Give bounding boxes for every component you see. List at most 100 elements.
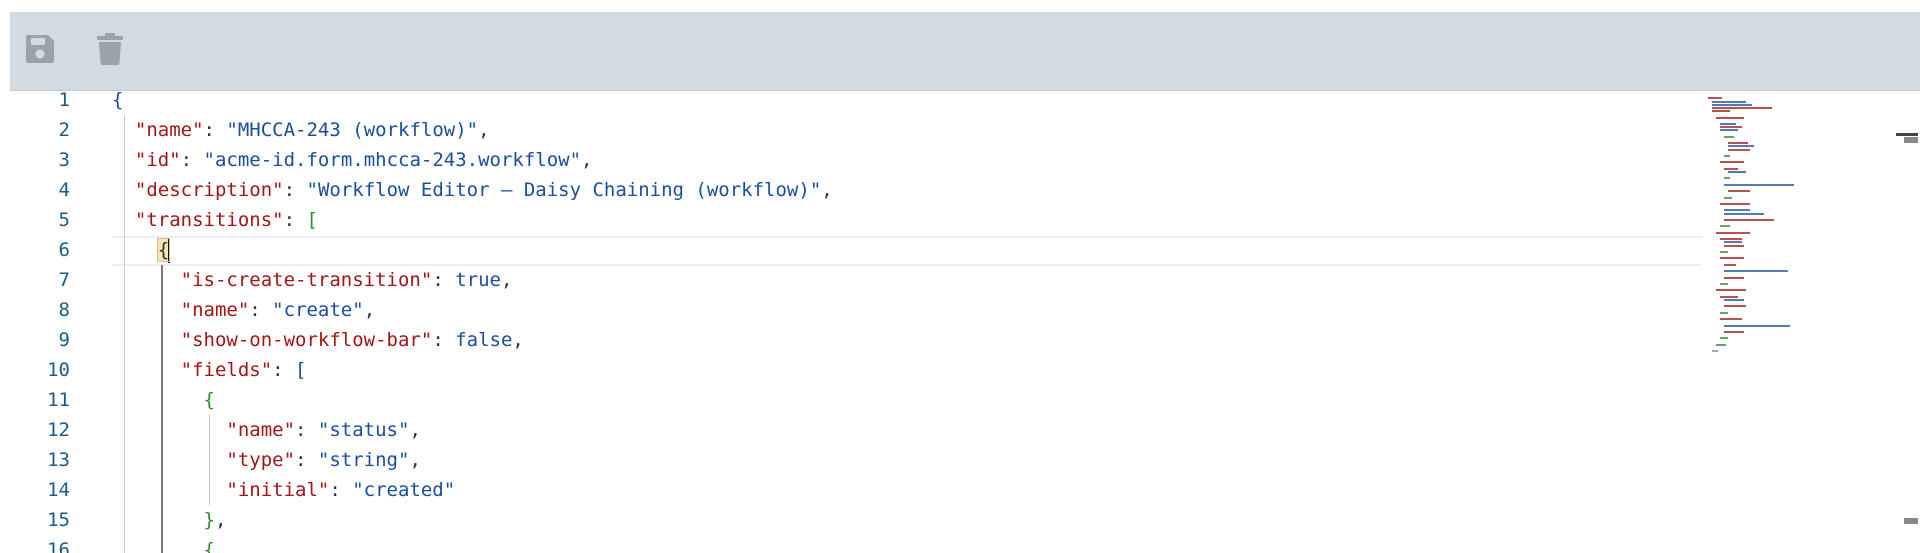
code-line: "name": "create",: [180, 299, 376, 321]
line-number: 2: [58, 119, 70, 141]
json-string: "Workflow Editor – Daisy Chaining (workf…: [306, 179, 822, 201]
minimap-line: [1724, 212, 1764, 215]
code-line: {: [112, 89, 124, 111]
minimap-line: [1724, 244, 1744, 247]
line-number: 5: [58, 209, 70, 231]
minimap-line: [1724, 324, 1790, 327]
json-key: "name": [226, 419, 296, 441]
minimap-line: [1724, 241, 1742, 244]
minimap-line: [1720, 203, 1750, 205]
minimap-line: [1720, 251, 1728, 253]
minimap-line: [1716, 116, 1744, 119]
scrollbar-marker: [1904, 137, 1918, 143]
line-number: 9: [58, 329, 70, 351]
minimap-line: [1720, 161, 1744, 164]
json-boolean: true: [455, 269, 501, 291]
minimap-line: [1720, 129, 1738, 132]
code-line: "fields": [: [180, 359, 307, 381]
minimap-line: [1724, 135, 1734, 138]
minimap-line: [1720, 257, 1744, 260]
code-line: "show-on-workflow-bar": false,: [180, 329, 524, 351]
line-number: 6: [58, 239, 70, 261]
code-line: "id": "acme-id.form.mhcca-243.workflow",: [134, 149, 593, 171]
json-key: "type": [226, 449, 296, 471]
minimap-line: [1712, 100, 1746, 103]
minimap-line: [1720, 123, 1736, 125]
json-string: "string": [317, 449, 410, 471]
minimap-line: [1728, 145, 1754, 148]
json-editor-app: 1 2 3 4 5 6 7 8 9 10 11 12 13 14 15 16 {…: [0, 0, 1920, 553]
minimap-line: [1712, 107, 1772, 109]
minimap-line: [1724, 331, 1744, 333]
code-line: "transitions": [: [134, 209, 318, 231]
minimap-line: [1720, 295, 1738, 298]
json-key: "name": [180, 299, 250, 321]
minimap-line: [1720, 311, 1728, 314]
text-cursor: [168, 238, 171, 263]
code-line: "is-create-transition": true,: [180, 269, 513, 291]
line-number: 1: [58, 89, 70, 111]
minimap-line: [1720, 283, 1728, 285]
code-line: "description": "Workflow Editor – Daisy …: [134, 179, 833, 201]
vertical-scrollbar[interactable]: [1896, 91, 1920, 553]
minimap-line: [1724, 209, 1750, 212]
code-line: "initial": "created": [226, 479, 456, 501]
json-key: "name": [134, 119, 204, 141]
code-line: {: [203, 389, 215, 411]
minimap-line: [1724, 299, 1744, 301]
minimap-line: [1724, 219, 1774, 221]
trash-icon: [95, 32, 125, 66]
code-line: "name": "MHCCA-243 (workflow)",: [134, 119, 490, 141]
code-editor[interactable]: 1 2 3 4 5 6 7 8 9 10 11 12 13 14 15 16 {…: [10, 89, 1920, 553]
scrollbar-position-indicator: [1896, 133, 1918, 136]
code-line: "type": "string",: [226, 449, 421, 471]
line-number: 10: [47, 359, 70, 381]
line-number: 7: [58, 269, 70, 291]
json-string: "acme-id.form.mhcca-243.workflow": [203, 149, 582, 171]
json-key: "id": [134, 149, 181, 171]
line-number: 3: [58, 149, 70, 171]
minimap-line: [1716, 343, 1726, 346]
minimap-line: [1720, 337, 1728, 340]
minimap-line: [1712, 103, 1752, 106]
minimap-line: [1720, 318, 1742, 321]
minimap-line: [1716, 231, 1750, 234]
line-number: 15: [47, 509, 70, 531]
line-number: 4: [58, 179, 70, 201]
code-line: {: [112, 235, 171, 265]
line-number: 8: [58, 299, 70, 321]
save-button[interactable]: [14, 26, 66, 72]
line-number: 13: [47, 449, 70, 471]
json-key: "initial": [226, 479, 330, 501]
minimap-line: [1728, 171, 1746, 173]
minimap-line: [1724, 270, 1788, 273]
minimap-line: [1720, 238, 1742, 241]
minimap-line: [1724, 183, 1794, 186]
minimap-line: [1724, 155, 1730, 157]
minimap-line: [1724, 305, 1746, 308]
minimap-line: [1724, 167, 1738, 170]
code-content[interactable]: { "name": "MHCCA-243 (workflow)", "id": …: [112, 89, 1702, 553]
json-string: "MHCCA-243 (workflow)": [226, 119, 479, 141]
code-minimap[interactable]: [1708, 91, 1878, 553]
minimap-line: [1724, 177, 1730, 180]
line-number-gutter: 1 2 3 4 5 6 7 8 9 10 11 12 13 14 15 16: [10, 89, 90, 553]
json-key: "is-create-transition": [180, 269, 433, 291]
code-line: {: [203, 539, 215, 553]
json-string: "created": [352, 479, 456, 501]
line-number: 16: [47, 539, 70, 553]
json-key: "description": [134, 179, 284, 201]
minimap-line: [1720, 126, 1742, 129]
delete-button[interactable]: [84, 26, 136, 72]
json-string: "create": [272, 299, 364, 321]
minimap-line: [1724, 263, 1736, 266]
minimap-line: [1708, 97, 1722, 100]
minimap-line: [1720, 225, 1730, 228]
json-key: "fields": [180, 359, 273, 381]
minimap-line: [1712, 110, 1730, 113]
scrollbar-marker: [1904, 518, 1918, 524]
floppy-disk-icon: [24, 33, 56, 65]
line-number: 12: [47, 419, 70, 441]
code-line: },: [203, 509, 227, 531]
minimap-line: [1712, 350, 1718, 353]
